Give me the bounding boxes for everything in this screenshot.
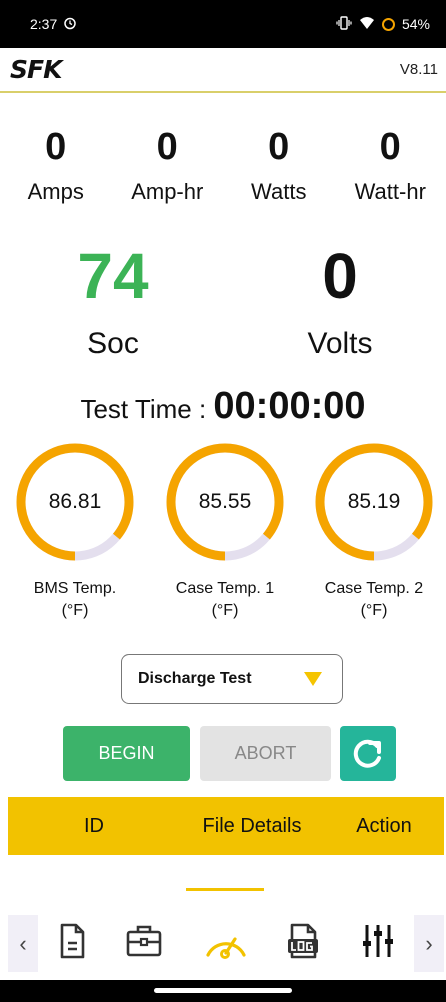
gauge-label-line: Case Temp. 1 [175, 580, 275, 597]
soc-readout: 74 Soc [3, 240, 223, 364]
app-header: SFK V8.11 [0, 48, 446, 93]
soc-label: Soc [87, 327, 139, 360]
nav-scroll-left-button[interactable]: ‹ [8, 915, 38, 972]
metric-watt-hr: 0 Watt-hr [335, 125, 446, 207]
nav-documents[interactable] [50, 919, 94, 963]
sfk-logo: SFK [10, 55, 62, 84]
app-version: V8.11 [399, 61, 438, 78]
soc-value: 74 [77, 240, 149, 312]
battery-percent: 54% [401, 16, 430, 32]
gauge-value: 85.55 [198, 490, 252, 513]
test-type-dropdown[interactable]: Discharge Test [121, 654, 343, 704]
metric-amps: 0 Amps [0, 125, 112, 207]
gauge-label: Case Temp. 2 (°F) [292, 578, 446, 622]
dropdown-triangle-icon [304, 672, 322, 686]
active-tab-indicator [186, 888, 264, 891]
gauge-value: 86.81 [48, 490, 102, 513]
metric-label: Watt-hr [354, 179, 426, 204]
metrics-row: 0 Amps 0 Amp-hr 0 Watts 0 Watt-hr [0, 125, 446, 207]
test-time-value: 00:00:00 [213, 385, 366, 427]
abort-button[interactable]: ABORT [200, 726, 331, 781]
metric-value: 0 [379, 126, 401, 168]
metric-value: 0 [45, 126, 67, 168]
test-time: Test Time : 00:00:00 [0, 384, 446, 431]
nav-toolbox[interactable] [122, 919, 166, 963]
volts-value: 0 [322, 240, 358, 312]
gauge-label: BMS Temp. (°F) [0, 578, 157, 622]
battery-icon [381, 17, 395, 31]
sliders-icon [363, 925, 393, 957]
status-time: 2:37 [30, 16, 58, 32]
system-navigation-bar [0, 980, 446, 1002]
status-bar: 2:37 54% [0, 0, 446, 48]
metric-value: 0 [156, 126, 178, 168]
column-header-action: Action [356, 814, 412, 837]
gauge-label: Case Temp. 1 (°F) [143, 578, 307, 622]
nav-gauge[interactable] [202, 919, 246, 963]
log-file-icon [288, 923, 318, 959]
alarm-icon [63, 16, 77, 33]
nav-log[interactable] [282, 919, 326, 963]
volts-readout: 0 Volts [230, 240, 446, 364]
nav-settings[interactable] [356, 919, 400, 963]
gauge-label-line: BMS Temp. [33, 580, 117, 597]
home-gesture-pill[interactable] [154, 988, 292, 993]
gauge-unit: (°F) [61, 602, 89, 619]
refresh-button[interactable] [340, 726, 396, 781]
toolbox-icon [126, 925, 162, 957]
test-time-label: Test Time : [80, 394, 207, 424]
begin-button[interactable]: BEGIN [63, 726, 190, 781]
gauge-bms-temp: 86.81 BMS Temp. (°F) [13, 440, 137, 622]
gauge-icon [206, 937, 246, 959]
wifi-icon [359, 16, 375, 33]
gauge-value: 85.19 [347, 490, 401, 513]
test-type-selected: Discharge Test [138, 670, 252, 687]
refresh-icon [353, 739, 381, 768]
gauge-label-line: Case Temp. 2 [324, 580, 424, 597]
temperature-gauges: 86.81 BMS Temp. (°F) 85.55 Case Temp. 1 … [0, 440, 446, 640]
metric-label: Amps [27, 179, 84, 204]
gauge-unit: (°F) [360, 602, 388, 619]
column-header-file-details: File Details [202, 814, 302, 837]
gauge-case-temp-1: 85.55 Case Temp. 1 (°F) [163, 440, 287, 622]
metric-value: 0 [268, 126, 290, 168]
metric-label: Watts [251, 179, 307, 204]
metric-label: Amp-hr [131, 179, 204, 204]
column-header-id: ID [84, 814, 104, 837]
metric-amp-hr: 0 Amp-hr [112, 125, 224, 207]
metric-watts: 0 Watts [223, 125, 335, 207]
file-table-header: ID File Details Action [8, 797, 444, 855]
bottom-navigation: ‹ › [0, 888, 446, 980]
nav-scroll-right-button[interactable]: › [414, 915, 444, 972]
vibrate-icon [336, 15, 352, 33]
volts-label: Volts [307, 327, 373, 360]
gauge-unit: (°F) [211, 602, 239, 619]
document-icon [60, 923, 85, 959]
gauge-case-temp-2: 85.19 Case Temp. 2 (°F) [312, 440, 436, 622]
